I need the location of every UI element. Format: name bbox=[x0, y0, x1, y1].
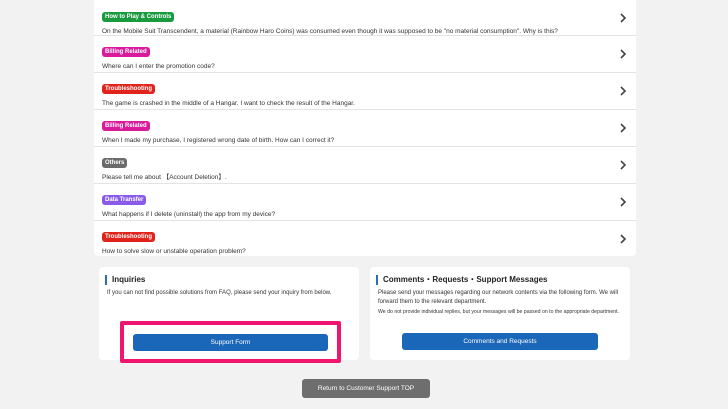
comments-note: We do not provide individual replies, bu… bbox=[378, 309, 619, 315]
faq-question[interactable]: How to solve slow or unstable operation … bbox=[102, 247, 606, 256]
category-tag: Data Transfer bbox=[102, 195, 147, 205]
faq-question[interactable]: Where can I enter the promotion code? bbox=[102, 62, 606, 71]
faq-item[interactable]: Data Transfer What happens if I delete (… bbox=[94, 184, 636, 221]
faq-item[interactable]: How to Play & Controls On the Mobile Sui… bbox=[94, 0, 636, 36]
faq-item[interactable]: Troubleshooting How to solve slow or uns… bbox=[94, 221, 636, 256]
category-tag: Billing Related bbox=[102, 121, 150, 131]
chevron-right-icon bbox=[620, 13, 627, 23]
faq-question[interactable]: On the Mobile Suit Transcendent, a mater… bbox=[102, 27, 606, 36]
faq-item[interactable]: Others Please tell me about 【Account Del… bbox=[94, 147, 636, 184]
faq-question[interactable]: What happens if I delete (uninstall) the… bbox=[102, 210, 606, 219]
faq-item[interactable]: Troubleshooting The game is crashed in t… bbox=[94, 73, 636, 110]
return-to-support-top-button[interactable]: Return to Customer Support TOP bbox=[302, 379, 430, 398]
category-tag: Billing Related bbox=[102, 47, 150, 57]
chevron-right-icon bbox=[620, 123, 627, 133]
faq-question[interactable]: The game is crashed in the middle of a H… bbox=[102, 99, 606, 108]
support-form-button[interactable]: Support Form bbox=[133, 334, 328, 351]
comments-title: Comments・Requests・Support Messages bbox=[376, 275, 547, 285]
category-tag: How to Play & Controls bbox=[102, 12, 175, 22]
comments-description: Please send your messages regarding our … bbox=[378, 290, 619, 305]
faq-question[interactable]: Please tell me about 【Account Deletion】. bbox=[102, 173, 606, 182]
category-tag: Others bbox=[102, 158, 128, 168]
chevron-right-icon bbox=[620, 86, 627, 96]
faq-question[interactable]: When I made my purchase, I registered wr… bbox=[102, 136, 606, 145]
chevron-right-icon bbox=[620, 197, 627, 207]
comments-and-requests-button[interactable]: Comments and Requests bbox=[402, 333, 598, 350]
faq-item[interactable]: Billing Related Where can I enter the pr… bbox=[94, 36, 636, 73]
chevron-right-icon bbox=[620, 234, 627, 244]
chevron-right-icon bbox=[620, 49, 627, 59]
inquiries-title: Inquiries bbox=[105, 275, 145, 285]
chevron-right-icon bbox=[620, 160, 627, 170]
category-tag: Troubleshooting bbox=[102, 232, 155, 242]
inquiries-description: If you can not find possible solutions f… bbox=[107, 290, 332, 296]
category-tag: Troubleshooting bbox=[102, 84, 155, 94]
faq-list: How to Play & Controls On the Mobile Sui… bbox=[94, 0, 636, 256]
faq-item[interactable]: Billing Related When I made my purchase,… bbox=[94, 110, 636, 147]
